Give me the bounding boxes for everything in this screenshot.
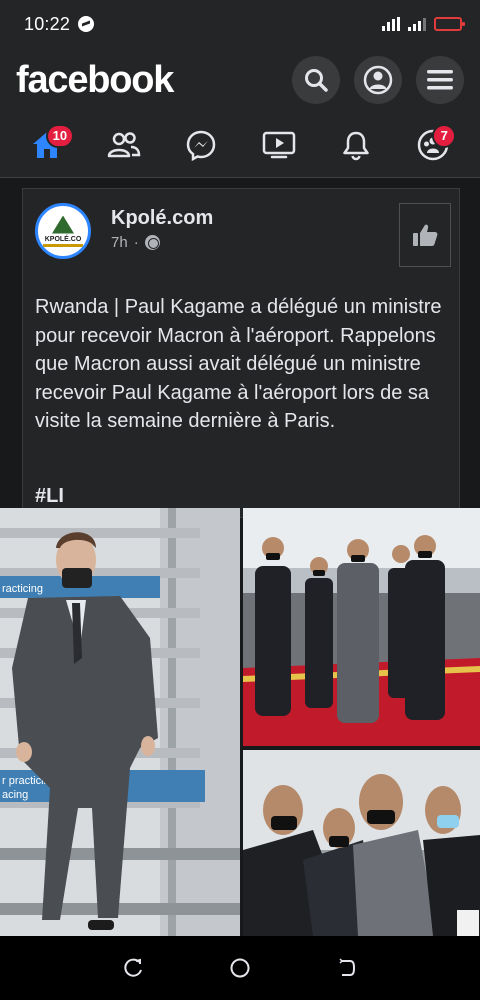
groups-badge: 7	[432, 123, 457, 148]
like-page-button[interactable]	[399, 203, 451, 267]
watch-icon	[262, 131, 295, 158]
photo-airplane-stairs[interactable]: racticing r practicing, acing	[0, 508, 240, 936]
tab-friends[interactable]	[99, 120, 149, 170]
post-hashtag[interactable]: #LI	[35, 485, 64, 508]
home-button[interactable]	[226, 954, 254, 982]
menu-icon	[427, 70, 453, 90]
tab-groups[interactable]: 7	[408, 120, 458, 170]
profile-icon	[363, 65, 393, 95]
post-time[interactable]: 7h	[111, 234, 128, 251]
photo-red-carpet-image	[243, 508, 480, 746]
home-circle-icon	[230, 958, 250, 978]
globe-icon	[144, 235, 160, 250]
post-meta: Kpolé.com 7h ·	[111, 207, 213, 259]
status-indicators	[382, 17, 465, 31]
back-icon	[339, 958, 355, 976]
battery-icon	[434, 17, 465, 31]
page-name[interactable]: Kpolé.com	[111, 207, 213, 230]
stairs-banner-text-3: acing	[2, 789, 28, 801]
avatar-logo-bar	[43, 243, 83, 247]
tab-watch[interactable]	[254, 120, 304, 170]
system-nav-bar	[0, 936, 480, 1000]
post-card: KPOLÉ.CO Kpolé.com 7h · Rwanda | Paul Ka…	[22, 188, 460, 518]
back-button[interactable]	[333, 954, 361, 982]
header-actions	[292, 56, 464, 104]
home-badge: 10	[45, 123, 75, 148]
data-signal-icon	[382, 17, 400, 31]
facebook-logo[interactable]: facebook	[16, 59, 174, 102]
tab-messenger[interactable]	[176, 120, 226, 170]
status-bar: 10:22	[0, 0, 480, 48]
post-body-text: Rwanda | Paul Kagame a délégué un minist…	[35, 296, 442, 432]
photo-red-carpet[interactable]	[243, 508, 480, 746]
cell-signal-icon	[408, 17, 426, 31]
news-feed[interactable]: KPOLÉ.CO Kpolé.com 7h · Rwanda | Paul Ka…	[0, 178, 480, 936]
main-nav-tabs: 10 7	[0, 112, 480, 178]
photo-greeting[interactable]	[243, 750, 480, 936]
logo-hut-icon	[52, 215, 74, 234]
photo-greeting-image	[243, 750, 480, 936]
recent-apps-button[interactable]	[119, 954, 147, 982]
profile-button[interactable]	[354, 56, 402, 104]
recent-apps-icon	[124, 958, 143, 977]
photo-grid: racticing r practicing, acing	[0, 508, 480, 936]
tab-notifications[interactable]	[331, 120, 381, 170]
messenger-icon	[187, 130, 216, 161]
bell-icon	[343, 131, 369, 160]
avatar-logo-text: KPOLÉ.CO	[44, 235, 82, 243]
app-header: facebook	[0, 48, 480, 112]
post-header: KPOLÉ.CO Kpolé.com 7h ·	[35, 203, 213, 259]
menu-button[interactable]	[416, 56, 464, 104]
photo-airplane-stairs-image: racticing r practicing, acing	[0, 508, 240, 936]
post-subline: 7h ·	[111, 234, 213, 251]
page-avatar[interactable]: KPOLÉ.CO	[35, 203, 91, 259]
friends-icon	[107, 131, 141, 157]
messenger-notification-icon	[78, 16, 95, 32]
meta-separator: ·	[133, 234, 139, 251]
avatar-logo: KPOLÉ.CO	[40, 215, 86, 247]
status-time: 10:22	[24, 13, 71, 34]
tab-home[interactable]: 10	[22, 120, 75, 170]
thumbs-up-icon	[413, 224, 438, 246]
stairs-banner-text-1: racticing	[2, 583, 43, 595]
search-button[interactable]	[292, 56, 340, 104]
search-icon	[305, 69, 328, 92]
